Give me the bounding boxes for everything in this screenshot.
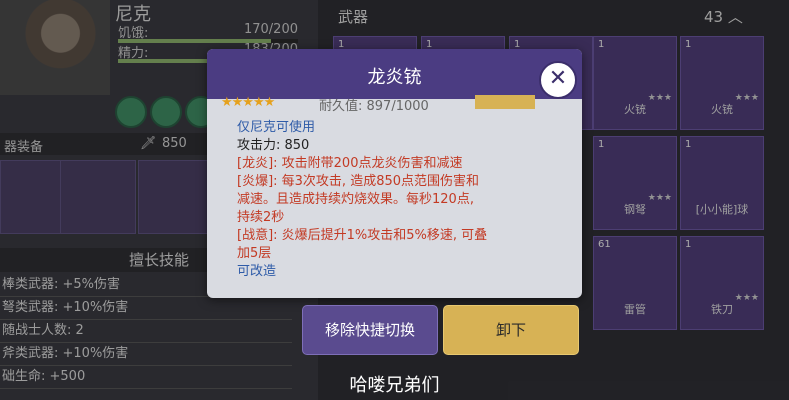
effect-line: 减速。且造成持续灼烧效果。每秒120点,: [237, 192, 474, 207]
effect-line: 加5层: [237, 246, 272, 261]
usage-restriction: 仅尼克可使用: [237, 120, 316, 135]
remove-quick-switch-button[interactable]: 移除快捷切换: [302, 305, 438, 355]
effect-line: [龙炎]: 攻击附带200点龙炎伤害和减速: [237, 156, 463, 171]
close-button[interactable]: ✕: [539, 61, 577, 99]
unequip-button[interactable]: 卸下: [443, 305, 579, 355]
modifiable-note: 可改造: [237, 264, 277, 279]
effect-line: 持续2秒: [237, 210, 285, 225]
modal-title: 龙炎铳: [367, 67, 422, 88]
rarity-stars: ★★★★★: [221, 95, 275, 110]
effect-line: [炎爆]: 每3次攻击, 造成850点范围伤害和: [237, 174, 480, 189]
upgrade-tab[interactable]: [475, 95, 535, 109]
attack-power: 攻击力: 850: [237, 138, 310, 153]
video-subtitle: 哈喽兄弟们: [349, 375, 440, 396]
durability-text: 耐久值: 897/1000: [319, 99, 429, 114]
close-icon: ✕: [548, 66, 568, 91]
effect-line: [战意]: 炎爆后提升1%攻击和5%移速, 可叠: [237, 228, 488, 243]
weapon-detail-modal: 龙炎铳 ✕ ★★★★★ 耐久值: 897/1000 仅尼克可使用 攻击力: 85…: [207, 49, 582, 298]
